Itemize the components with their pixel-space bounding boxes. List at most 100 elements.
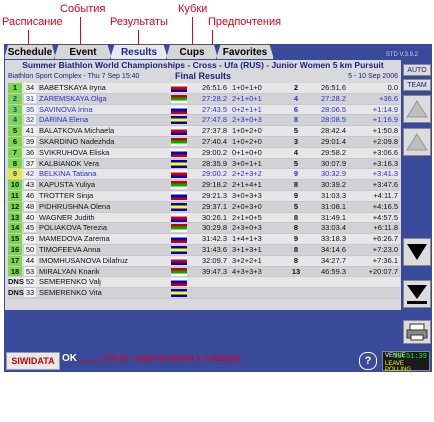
total-time-cell: 26:51.6 (320, 83, 346, 92)
shoot-rank-cell: 5 (293, 201, 299, 211)
time-cell: 26:51.6 (201, 83, 227, 92)
shoot-rank-cell: 2 (293, 83, 299, 92)
bib-cell: 43 (24, 180, 36, 190)
difference-cell: +1:50.8 (372, 126, 398, 136)
annotation-arrow (78, 361, 98, 362)
bib-cell: 46 (24, 190, 36, 200)
bib-cell: 32 (24, 115, 36, 125)
difference-cell: +3:06.6 (372, 147, 398, 157)
total-time-cell: 31:03.3 (320, 190, 346, 200)
table-row[interactable]: 1 34 BABETSKAYA Iryna 26:51.6 1+0+1+0 2 26:51.… (8, 83, 400, 94)
tab-schedule[interactable]: Schedule (4, 44, 56, 59)
team-button[interactable]: TEAM (403, 79, 431, 91)
table-row[interactable]: 15 49 MAMEDOVA Zarema 31:42.3 1+4+1+3 9 33:18.… (8, 234, 400, 245)
athlete-name: SEMERENKO Vita (39, 288, 102, 298)
rank-cell: 14 (8, 223, 22, 234)
table-row[interactable]: 5 41 BALATKOVA Michaela 27:37.8 1+0+2+0 5 28:4… (8, 126, 400, 137)
table-row[interactable]: 13 40 WAGNER Judith 30:26.1 2+1+0+5 8 31:49.1 +… (8, 212, 400, 224)
scroll-up-fast-button[interactable] (403, 95, 431, 123)
table-row[interactable]: DNS 33 SEMERENKO Vita (8, 288, 400, 299)
bib-cell: 40 (24, 212, 36, 222)
time-cell: 29:21.3 (201, 190, 227, 200)
print-button[interactable] (403, 320, 431, 344)
annotation-connection: статус подключения к серверу (100, 353, 241, 364)
results-table: 1 34 BABETSKAYA Iryna 26:51.6 1+0+1+0 2 26:51.… (8, 83, 400, 299)
bib-cell: 49 (24, 234, 36, 244)
triangle-down-icon (407, 244, 427, 260)
table-row[interactable]: 4 32 DARINA Elena 27:47.8 2+3+0+3 8 28:08.5 +1:… (8, 115, 400, 127)
difference-cell: +7:36.1 (372, 255, 398, 265)
clock-time: 18:51:39 (393, 353, 427, 361)
penalty-cell: 1+0+2+0 (232, 136, 262, 146)
difference-cell: +6:11.8 (373, 223, 398, 233)
shoot-rank-cell: 5 (293, 158, 299, 168)
tab-event[interactable]: Event (54, 44, 112, 59)
results-title: Final Results (174, 71, 231, 81)
athlete-name: WAGNER Judith (39, 212, 95, 222)
time-cell: 29:18.2 (201, 180, 227, 190)
table-row[interactable]: 7 36 SVIKRUHOVA Eliska 29:00.2 0+1+0+0 4 29:58… (8, 147, 400, 159)
shoot-rank-cell: 4 (293, 147, 299, 157)
annotation-schedule: Расписание (2, 16, 63, 28)
table-row[interactable]: DNS 52 SEMERENKO Valj (8, 277, 400, 289)
time-cell: 27:37.8 (201, 126, 227, 136)
flag-icon (171, 289, 187, 298)
total-time-cell: 28:42.4 (320, 126, 346, 136)
total-time-cell: 28:08.5 (320, 115, 346, 125)
time-cell: 32:09.7 (201, 255, 227, 265)
bib-cell: 48 (24, 201, 36, 211)
table-row[interactable]: 9 42 BELKINA Tatiana 29:00.2 2+2+3+2 9 30:32.9… (8, 169, 400, 181)
total-time-cell: 29:58.2 (320, 147, 346, 157)
penalty-cell: 2+1+0+5 (232, 212, 262, 222)
tab-favorites[interactable]: Favorites (216, 44, 274, 59)
rank-cell: 17 (8, 255, 22, 266)
tab-cups[interactable]: Cups (166, 44, 218, 59)
bib-cell: 35 (24, 104, 36, 114)
connection-status: OK (62, 353, 77, 364)
table-row[interactable]: 8 37 KALBIANOK Vera 28:35.9 3+0+1+1 5 30:07.9 +… (8, 158, 400, 170)
flag-icon (171, 94, 187, 103)
event-subheader: Biathlon Sport Complex - Thu 7 Sep 15:40… (5, 71, 401, 82)
athlete-name: BALATKOVA Michaela (39, 126, 115, 136)
scroll-down-fast-button[interactable] (403, 280, 431, 308)
athlete-name: SKARDINO Nadezhda (39, 136, 115, 146)
difference-cell: +4:57.5 (372, 212, 398, 222)
tab-results[interactable]: Results (110, 44, 168, 59)
flag-icon (171, 202, 187, 211)
auto-button[interactable]: AUTO (403, 64, 431, 76)
penalty-cell: 3+0+3+3 (232, 190, 262, 200)
annotation-line (192, 17, 193, 44)
rank-cell: 2 (8, 93, 22, 104)
dates-label: 5 - 10 Sep 2006 (348, 73, 398, 80)
table-row[interactable]: 6 39 SKARDINO Nadezhda 27:40.4 1+0+2+0 3 29:01… (8, 136, 400, 148)
flag-icon (171, 267, 187, 276)
total-time-cell: 31:08.1 (320, 201, 346, 211)
bib-cell: 52 (24, 277, 36, 287)
table-row[interactable]: 3 35 SAVINOVA Irina 27:43.5 0+2+1+1 6 28:06.5 +… (8, 104, 400, 116)
annotation-results: Результаты (110, 16, 168, 28)
bib-cell: 37 (24, 158, 36, 168)
penalty-cell: 2+0+3+0 (232, 201, 262, 211)
table-row[interactable]: 14 45 POLIAKOVA Terezia 30:29.8 2+3+0+3 8 33:0… (8, 223, 400, 235)
table-row[interactable]: 18 53 MIRALYAN Knarik 39:47.3 4+3+3+3 13 46:59… (8, 266, 400, 278)
difference-cell: +4:11.7 (373, 190, 398, 200)
triangle-up-icon (406, 133, 428, 151)
rank-cell: 13 (8, 212, 22, 223)
total-time-cell: 28:06.5 (320, 104, 346, 114)
results-panel: Summer Biathlon World Championships - Cr… (5, 60, 401, 310)
version-label: STD V.3.9.2 (385, 52, 418, 58)
table-row[interactable]: 16 50 TIMOFEEVA Anna 31:43.6 3+1+3+1 8 34:14.6… (8, 244, 400, 256)
scroll-down-button[interactable] (403, 238, 431, 266)
athlete-name: TROTTER Sinja (39, 190, 94, 200)
table-row[interactable]: 17 44 IMOMHUSANOVA Dilafruz 32:09.7 3+2+2+1 8… (8, 255, 400, 267)
shoot-rank-cell: 8 (293, 255, 299, 265)
bib-cell: 36 (24, 147, 36, 157)
table-row[interactable]: 11 46 TROTTER Sinja 29:21.3 3+0+3+3 9 31:03.3 +… (8, 190, 400, 202)
table-row[interactable]: 12 48 PIDHRUSHNA Olena 29:37.1 2+0+3+0 5 31:08… (8, 201, 400, 213)
flag-icon (171, 245, 187, 254)
table-row[interactable]: 2 31 ZAREMSKAYA Olga 27:28.2 2+1+0+1 4 27:28.2… (8, 93, 400, 105)
help-button[interactable]: ? (359, 352, 377, 370)
table-row[interactable]: 10 43 KAPUSTA Yuliya 29:18.2 2+1+4+1 8 30:39.2… (8, 180, 400, 191)
scroll-up-button[interactable] (403, 128, 431, 156)
athlete-name: BABETSKAYA Iryna (39, 83, 106, 92)
